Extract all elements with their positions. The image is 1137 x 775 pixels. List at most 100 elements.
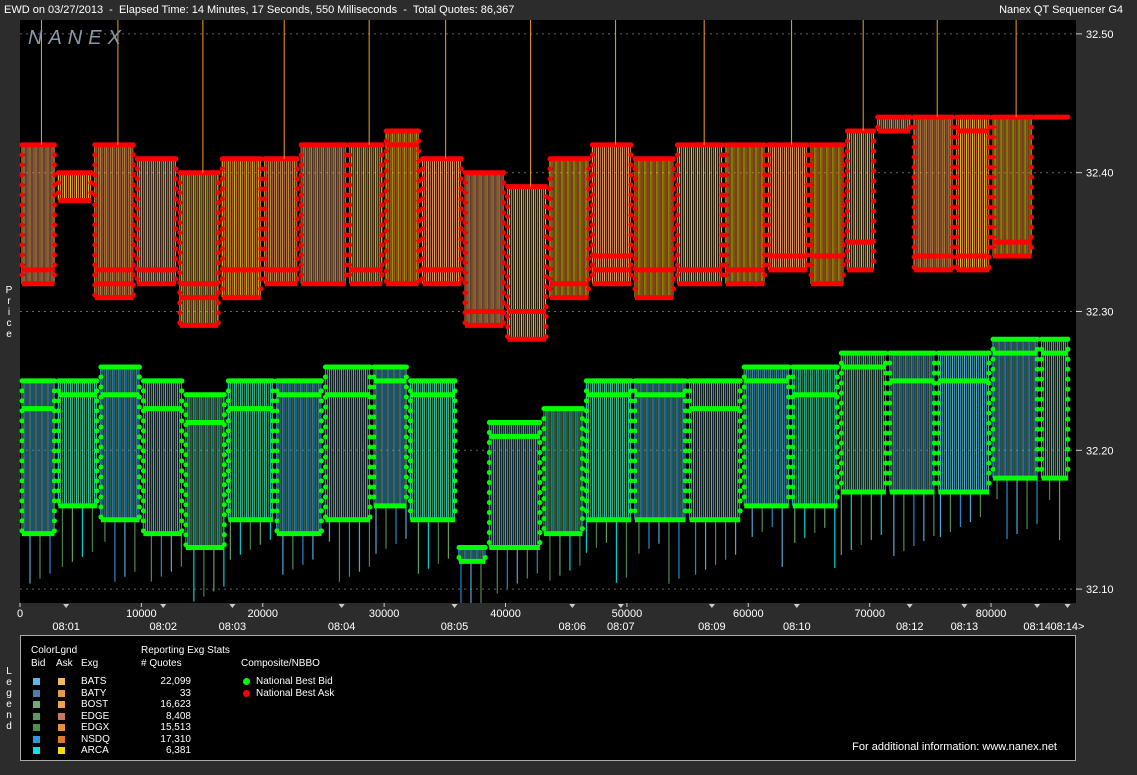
ask-point [383, 248, 389, 254]
ask-point [674, 152, 680, 158]
ask-point [462, 210, 468, 216]
ask-point [911, 134, 917, 140]
bid-point [221, 482, 227, 488]
bid-point [179, 398, 185, 404]
bid-point [583, 398, 589, 404]
bid-point [403, 484, 409, 490]
bid-point [367, 514, 373, 520]
bid-point [94, 488, 100, 494]
bid-point [1065, 386, 1071, 392]
ask-point [458, 276, 464, 282]
ask-point [92, 222, 98, 228]
ask-point [628, 182, 634, 188]
ask-point [765, 262, 771, 268]
bid-point [741, 414, 747, 420]
nbbo-label: National Best Bid [256, 676, 333, 687]
ask-point [1029, 234, 1035, 240]
ask-point [130, 282, 136, 288]
ask-point [379, 192, 385, 198]
bid-point [486, 430, 492, 436]
exchange-row: BOST 16,623 [31, 699, 201, 710]
ask-point [808, 192, 814, 198]
legend-quotes-header: # Quotes [141, 658, 182, 669]
ask-point [723, 202, 729, 208]
bid-point [98, 444, 104, 450]
ask-point [505, 234, 511, 240]
bid-point [322, 434, 328, 440]
bid-point [274, 528, 280, 534]
bid-point [322, 474, 328, 480]
bid-point [834, 454, 840, 460]
ask-point [505, 254, 511, 260]
bid-point [179, 418, 185, 424]
bid-point [183, 392, 189, 398]
bid-point [687, 498, 693, 504]
bid-point [403, 394, 409, 400]
ask-point [632, 256, 638, 262]
bid-point [140, 458, 146, 464]
ask-point [383, 168, 389, 174]
bid-point [737, 498, 743, 504]
ask-point [954, 184, 960, 190]
bid-point [98, 464, 104, 470]
ask-point [990, 224, 996, 230]
ask-point [51, 142, 57, 148]
ask-point [844, 148, 850, 154]
price-axis-label: Price [5, 285, 13, 340]
bid-point [98, 474, 104, 480]
bid-point [19, 458, 25, 464]
ask-point [986, 254, 992, 260]
bid-point [94, 388, 100, 394]
bid-point [537, 490, 543, 496]
bid-point [537, 500, 543, 506]
bid-point [741, 474, 747, 480]
bid-point [371, 464, 377, 470]
ask-point [674, 232, 680, 238]
bid-point [140, 398, 146, 404]
ask-point [416, 128, 422, 134]
y-tick-label: 32.20 [1086, 445, 1114, 457]
ask-point [173, 176, 179, 182]
bid-point [19, 438, 25, 444]
ask-point [219, 276, 225, 282]
ask-point [177, 230, 183, 236]
ask-point [723, 262, 729, 268]
bid-point [1039, 426, 1045, 432]
ask-point [808, 242, 814, 248]
bid-point [140, 428, 146, 434]
bid-point [19, 488, 25, 494]
ask-point [628, 252, 634, 258]
bid-point [322, 394, 328, 400]
ask-point [420, 226, 426, 232]
bid-point [322, 444, 328, 450]
bid-point [834, 384, 840, 390]
ask-point [347, 242, 353, 248]
ask-point [298, 172, 304, 178]
ask-point [294, 166, 300, 172]
ask-point [840, 212, 846, 218]
ask-point [547, 176, 553, 182]
bid-point [221, 512, 227, 518]
ask-point [92, 252, 98, 258]
bid-point [371, 494, 377, 500]
ask-point [347, 212, 353, 218]
bid-point [136, 394, 142, 400]
ask-point [871, 228, 877, 234]
ask-point [505, 304, 511, 310]
bid-point [737, 468, 743, 474]
ask-point [501, 180, 507, 186]
ask-point [547, 236, 553, 242]
bid-point [55, 428, 61, 434]
ask-point [19, 212, 25, 218]
bid-color-swatch [33, 747, 40, 754]
time-label: 08:10 [783, 621, 811, 633]
ask-point [177, 210, 183, 216]
ask-point [844, 198, 850, 204]
ask-point [1029, 154, 1035, 160]
ask-point [501, 210, 507, 216]
ask-point [262, 256, 268, 262]
bid-point [403, 424, 409, 430]
bid-point [687, 438, 693, 444]
legend-composite-header: Composite/NBBO [241, 658, 320, 669]
bid-point [834, 474, 840, 480]
